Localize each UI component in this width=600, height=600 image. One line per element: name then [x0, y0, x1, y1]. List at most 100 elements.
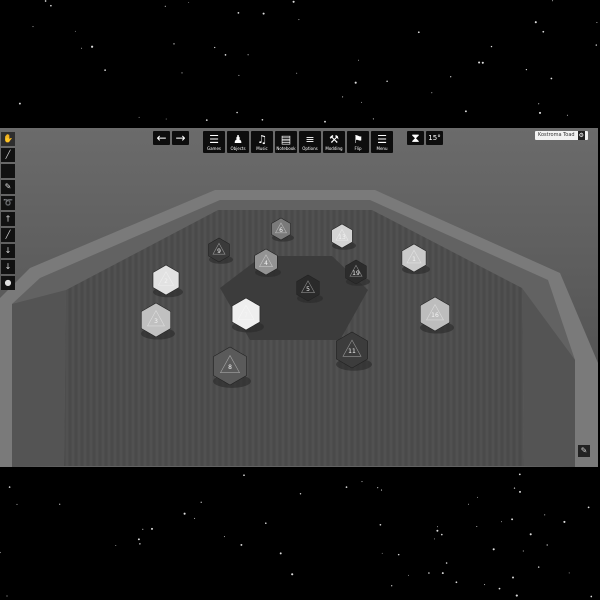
star — [194, 517, 196, 519]
star — [431, 92, 433, 94]
star — [498, 587, 501, 590]
star — [538, 111, 542, 114]
flick-tool-icon[interactable]: ➰ — [1, 196, 15, 210]
star — [519, 490, 521, 493]
sliders-icon: ≡ — [305, 132, 315, 146]
star — [512, 576, 514, 579]
star — [183, 512, 186, 515]
star — [164, 5, 166, 7]
star — [595, 44, 597, 46]
star — [181, 72, 183, 74]
pen-tool-icon[interactable]: ✎ — [1, 180, 15, 194]
star — [511, 518, 514, 521]
die-number: 9 — [217, 248, 221, 255]
star — [324, 120, 326, 123]
star — [501, 521, 502, 523]
pencil-icon[interactable]: ✎ — [578, 445, 590, 457]
flip-label: Flip — [354, 145, 362, 151]
star — [200, 501, 202, 503]
star — [441, 572, 444, 575]
pointer-tool-icon[interactable]: ↓ — [1, 260, 15, 274]
die-number: 3 — [154, 318, 158, 325]
die-number: 2 — [164, 278, 168, 285]
table-side-left — [12, 290, 66, 467]
star — [240, 543, 243, 546]
rotation-angle-button[interactable]: 15° — [426, 131, 443, 145]
notebook-icon: ▤ — [280, 132, 292, 146]
game-viewport[interactable]: 6 9 13 2 1 4 19 5 3 7 16 11 8 ← → ☰ Games ♟ Objects ♫ M… — [0, 128, 598, 467]
grab-tool-icon[interactable]: ✋ — [1, 132, 15, 146]
star — [391, 585, 393, 587]
star — [455, 581, 458, 584]
star — [238, 74, 240, 76]
star — [490, 45, 493, 48]
star — [91, 45, 94, 48]
star — [492, 548, 495, 551]
star — [6, 595, 8, 597]
star — [150, 527, 154, 530]
star — [223, 536, 225, 538]
notebook-button[interactable]: ▤ Notebook — [275, 131, 297, 153]
star — [18, 102, 21, 105]
pawn-icon: ♟ — [233, 132, 243, 146]
star — [188, 2, 190, 3]
star — [8, 486, 11, 488]
star — [372, 118, 374, 120]
die-number: 5 — [306, 286, 310, 293]
star — [386, 80, 388, 82]
objects-button[interactable]: ♟ Objects — [227, 131, 249, 153]
star — [542, 30, 545, 33]
left-tool-palette: ✋ ╱ ✎ ➰ † ╱ ↓ ↓ ● — [1, 132, 15, 290]
star — [137, 538, 140, 541]
star — [534, 21, 537, 24]
gizmo-tool-icon[interactable]: ● — [1, 276, 15, 290]
star — [515, 594, 518, 597]
account-badge[interactable]: Kostroma Toad ⚙ — [534, 131, 588, 140]
star — [379, 523, 382, 526]
star — [142, 528, 144, 530]
flip-flag-icon: ⚑ — [353, 132, 363, 146]
star — [342, 96, 344, 98]
music-label: Music — [256, 145, 268, 151]
die-number: 19 — [352, 270, 360, 277]
die-number: 7 — [244, 312, 248, 319]
menu-button[interactable]: ☰ Menu — [371, 131, 393, 153]
star — [437, 526, 439, 528]
flip-button[interactable]: ⚑ Flip — [347, 131, 369, 153]
gear-icon[interactable]: ⚙ — [577, 131, 585, 140]
star — [476, 496, 478, 498]
star — [361, 101, 363, 103]
objects-label: Objects — [230, 145, 246, 151]
top-toolbar: ← → ☰ Games ♟ Objects ♫ Music ▤ Notebook ≡ Op… — [153, 131, 443, 153]
redo-arrow-icon[interactable]: → — [172, 131, 189, 145]
star — [380, 489, 383, 491]
star — [81, 47, 83, 49]
blank-tool-icon[interactable] — [1, 164, 15, 178]
games-button[interactable]: ☰ Games — [203, 131, 225, 153]
star — [484, 584, 486, 586]
die-number: 11 — [348, 348, 356, 355]
ruler-tool-icon[interactable]: † — [1, 212, 15, 226]
modding-button[interactable]: ⚒ Modding — [323, 131, 345, 153]
star — [205, 119, 208, 121]
star — [513, 487, 516, 489]
joint-tool-icon[interactable]: ↓ — [1, 244, 15, 258]
game-box-icon: ☰ — [209, 132, 219, 146]
star — [377, 487, 379, 489]
die-number: 13 — [338, 234, 346, 241]
star — [50, 4, 52, 7]
undo-arrow-icon[interactable]: ← — [153, 131, 170, 145]
star — [243, 474, 245, 477]
star — [590, 595, 593, 598]
star — [44, 0, 47, 2]
game-scene[interactable]: 6 9 13 2 1 4 19 5 3 7 16 11 8 — [0, 128, 598, 467]
options-button[interactable]: ≡ Options — [299, 131, 321, 153]
star — [408, 574, 409, 576]
star — [417, 31, 420, 34]
music-button[interactable]: ♫ Music — [251, 131, 273, 153]
zone-tool-icon[interactable]: ╱ — [1, 228, 15, 242]
line-tool-icon[interactable]: ╱ — [1, 148, 15, 162]
star — [596, 22, 598, 23]
hourglass-icon[interactable]: ⧗ — [407, 131, 424, 145]
options-label: Options — [302, 145, 318, 151]
